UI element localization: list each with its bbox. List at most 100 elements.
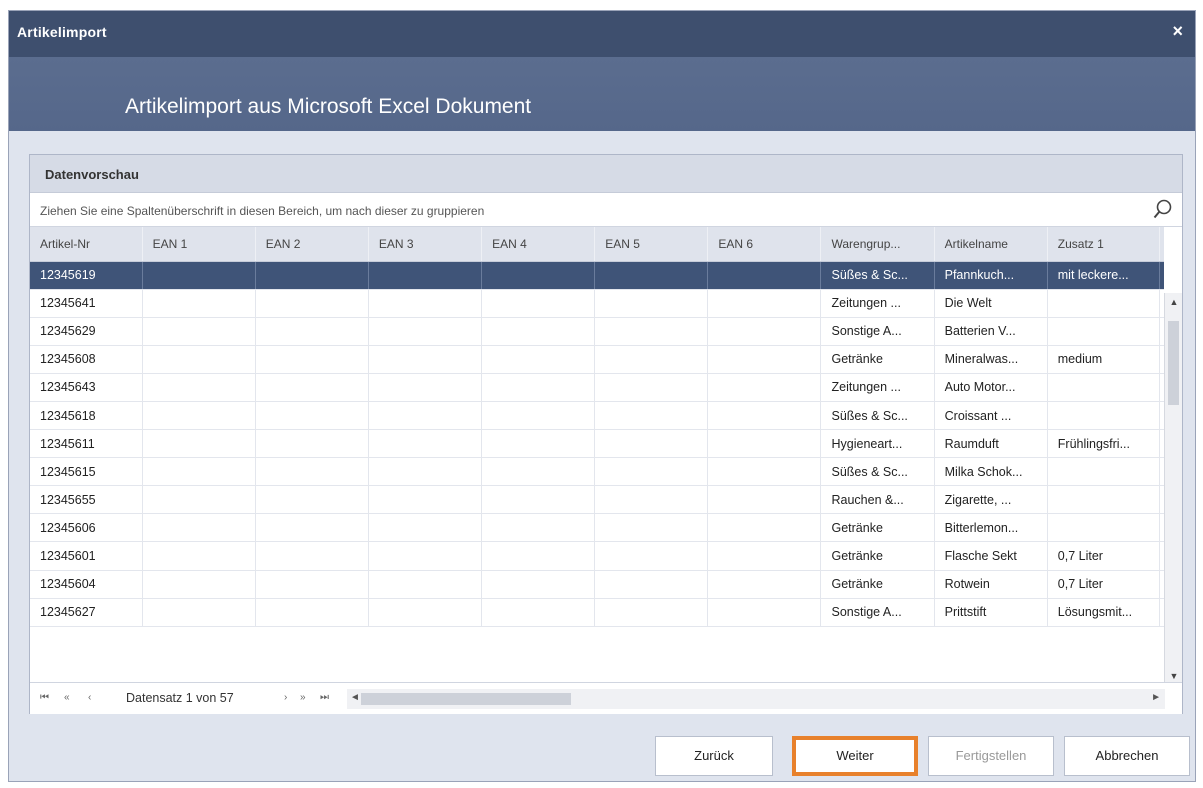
table-cell[interactable]: 12345619 (30, 261, 143, 290)
table-cell[interactable]: Sonstige A... (820, 317, 935, 346)
table-cell[interactable] (707, 457, 822, 487)
column-header-ean-1[interactable]: EAN 1 (142, 227, 256, 262)
table-cell[interactable] (255, 289, 369, 318)
table-cell[interactable]: Zigarette, ... (934, 485, 1048, 515)
table-cell[interactable]: Hygieneart... (820, 429, 935, 459)
table-cell[interactable] (368, 261, 483, 290)
table-cell[interactable]: Sonstige A... (820, 598, 935, 627)
table-cell[interactable]: 12345655 (30, 485, 143, 515)
column-header-zusatz-1[interactable]: Zusatz 1 (1047, 227, 1160, 262)
table-cell[interactable] (142, 401, 256, 431)
table-cell[interactable]: 12345604 (30, 570, 143, 599)
table-cell[interactable]: Süßes & Sc... (820, 401, 935, 431)
table-cell[interactable] (481, 541, 596, 571)
table-cell[interactable] (594, 513, 709, 543)
column-header-zusatz-2[interactable]: Zu (1159, 227, 1164, 262)
table-cell[interactable] (142, 373, 256, 402)
back-button[interactable]: Zurück (655, 736, 773, 776)
table-row[interactable]: 12345629 Sonstige A... Batterien V... (30, 317, 1164, 346)
scroll-up-icon[interactable]: ▲ (1165, 293, 1183, 311)
table-cell[interactable] (594, 261, 709, 290)
table-cell[interactable]: mit leckere... (1047, 261, 1160, 290)
table-cell[interactable]: Pfannkuch... (934, 261, 1048, 290)
table-cell[interactable] (481, 429, 596, 459)
table-row[interactable]: 12345611 Hygieneart... Raumduft Frühlingsfr… (30, 429, 1164, 459)
table-cell[interactable]: Auto Motor... (934, 373, 1048, 402)
table-cell[interactable] (142, 541, 256, 571)
table-row[interactable]: 12345608 Getränke Mineralwas... medium (30, 345, 1164, 374)
table-row[interactable]: 12345627 Sonstige A... Prittstift Lösungsmi… (30, 598, 1164, 627)
table-row[interactable]: 12345601 Getränke Flasche Sekt 0,7 Liter (30, 541, 1164, 571)
table-cell[interactable] (368, 541, 483, 571)
table-cell[interactable] (1047, 513, 1160, 543)
table-cell[interactable] (142, 289, 256, 318)
table-cell[interactable]: 12345606 (30, 513, 143, 543)
horizontal-scroll-thumb[interactable] (361, 693, 571, 705)
table-cell[interactable] (142, 345, 256, 374)
table-cell[interactable] (368, 598, 483, 627)
table-cell[interactable]: Lösungsmit... (1047, 598, 1160, 627)
column-header-ean-4[interactable]: EAN 4 (481, 227, 596, 262)
table-cell[interactable]: 12345615 (30, 457, 143, 487)
table-cell[interactable]: 12345641 (30, 289, 143, 318)
column-header-ean-5[interactable]: EAN 5 (594, 227, 709, 262)
table-cell[interactable]: Getränke (820, 570, 935, 599)
table-cell[interactable] (481, 345, 596, 374)
table-cell[interactable] (707, 485, 822, 515)
table-cell[interactable]: Batterien V... (934, 317, 1048, 346)
table-cell[interactable] (368, 401, 483, 431)
table-cell[interactable] (368, 317, 483, 346)
table-row[interactable]: 12345606 Getränke Bitterlemon... (30, 513, 1164, 543)
table-cell[interactable] (255, 485, 369, 515)
table-cell[interactable] (594, 598, 709, 627)
table-row[interactable]: 12345619 Süßes & Sc... Pfannkuch... mit lec… (30, 261, 1164, 290)
table-cell[interactable] (594, 345, 709, 374)
next-page-icon[interactable]: » (300, 692, 306, 703)
group-panel[interactable]: Ziehen Sie eine Spaltenüberschrift in di… (30, 193, 1182, 227)
table-cell[interactable] (255, 457, 369, 487)
cancel-button[interactable]: Abbrechen (1064, 736, 1190, 776)
finish-button[interactable]: Fertigstellen (928, 736, 1054, 776)
previous-page-icon[interactable]: « (64, 692, 70, 703)
table-cell[interactable] (707, 598, 822, 627)
table-cell[interactable] (481, 261, 596, 290)
table-cell[interactable] (481, 485, 596, 515)
table-cell[interactable] (481, 513, 596, 543)
table-cell[interactable]: 12345629 (30, 317, 143, 346)
table-cell[interactable] (255, 598, 369, 627)
table-cell[interactable] (594, 373, 709, 402)
table-cell[interactable]: Zeitungen ... (820, 289, 935, 318)
table-cell[interactable]: Prittstift (934, 598, 1048, 627)
table-cell[interactable]: Frühlingsfri... (1047, 429, 1160, 459)
table-cell[interactable]: Getränke (820, 513, 935, 543)
vertical-scroll-thumb[interactable] (1168, 321, 1179, 405)
scroll-right-icon[interactable]: ► (1151, 692, 1161, 703)
table-cell[interactable] (1047, 485, 1160, 515)
table-cell[interactable] (1159, 261, 1164, 290)
table-cell[interactable] (255, 373, 369, 402)
table-cell[interactable]: medium (1047, 345, 1160, 374)
previous-record-icon[interactable]: ‹ (88, 692, 91, 703)
table-cell[interactable] (707, 373, 822, 402)
table-cell[interactable] (255, 429, 369, 459)
table-cell[interactable] (368, 457, 483, 487)
table-cell[interactable] (368, 485, 483, 515)
table-cell[interactable]: Süßes & Sc... (820, 457, 935, 487)
table-cell[interactable] (142, 429, 256, 459)
column-header-artikelname[interactable]: Artikelname (934, 227, 1048, 262)
table-cell[interactable]: Die Welt (934, 289, 1048, 318)
table-cell[interactable] (594, 317, 709, 346)
table-cell[interactable] (255, 317, 369, 346)
table-cell[interactable] (594, 429, 709, 459)
scroll-left-icon[interactable]: ◄ (350, 692, 360, 703)
table-cell[interactable] (481, 373, 596, 402)
table-cell[interactable] (368, 570, 483, 599)
table-cell[interactable] (1047, 317, 1160, 346)
table-cell[interactable] (707, 317, 822, 346)
first-record-icon[interactable]: ⏮ (40, 692, 49, 703)
table-cell[interactable] (481, 598, 596, 627)
table-row[interactable]: 12345655 Rauchen &... Zigarette, ... (30, 485, 1164, 515)
table-cell[interactable] (707, 429, 822, 459)
table-cell[interactable] (142, 261, 256, 290)
table-cell[interactable] (1047, 289, 1160, 318)
